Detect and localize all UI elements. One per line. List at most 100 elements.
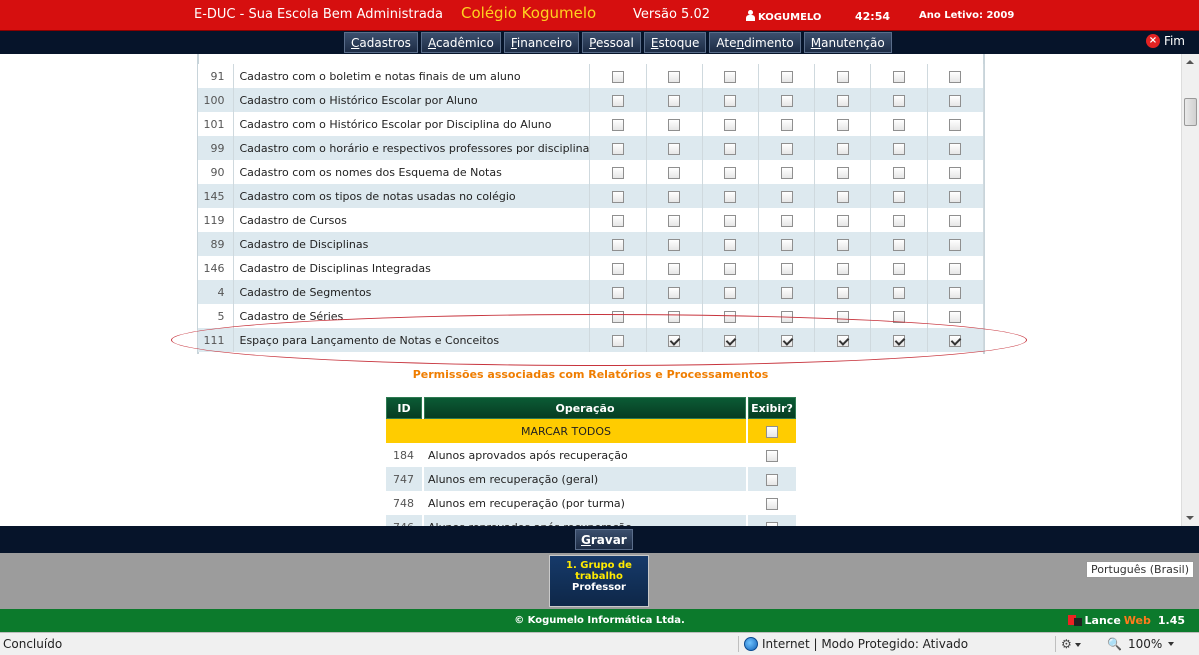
permission-checkbox[interactable] <box>611 286 624 299</box>
permission-checkbox[interactable] <box>949 214 962 227</box>
menu-item[interactable]: Cadastros <box>344 32 418 53</box>
permission-checkbox[interactable] <box>836 94 849 107</box>
permission-checkbox[interactable] <box>836 190 849 203</box>
permission-checkbox[interactable] <box>611 118 624 131</box>
permission-checkbox[interactable] <box>780 262 793 275</box>
protected-mode-menu[interactable]: ⚙ <box>1061 637 1081 651</box>
permission-checkbox[interactable] <box>949 142 962 155</box>
menu-item[interactable]: Estoque <box>643 32 707 53</box>
permission-checkbox[interactable] <box>611 142 624 155</box>
permission-checkbox[interactable] <box>836 70 849 83</box>
save-button[interactable]: Gravar <box>575 529 633 550</box>
zoom-control[interactable]: 🔍 100% <box>1107 637 1175 651</box>
permission-checkbox[interactable] <box>780 214 793 227</box>
permission-checkbox[interactable] <box>724 334 737 347</box>
language-indicator[interactable]: Português (Brasil) <box>1086 561 1194 578</box>
permission-checkbox[interactable] <box>780 190 793 203</box>
security-zone[interactable]: Internet | Modo Protegido: Ativado <box>744 637 968 651</box>
permission-checkbox[interactable] <box>893 286 906 299</box>
permission-checkbox[interactable] <box>611 310 624 323</box>
permission-checkbox[interactable] <box>780 118 793 131</box>
permission-checkbox[interactable] <box>668 70 681 83</box>
permission-checkbox[interactable] <box>668 262 681 275</box>
permission-checkbox[interactable] <box>668 118 681 131</box>
permission-checkbox[interactable] <box>611 190 624 203</box>
permission-checkbox[interactable] <box>724 94 737 107</box>
menu-item[interactable]: Acadêmico <box>420 32 501 53</box>
permission-checkbox[interactable] <box>893 118 906 131</box>
menu-item[interactable]: Financeiro <box>503 32 580 53</box>
permission-checkbox[interactable] <box>724 118 737 131</box>
permission-checkbox[interactable] <box>668 310 681 323</box>
permission-checkbox[interactable] <box>836 166 849 179</box>
permission-checkbox[interactable] <box>893 214 906 227</box>
permission-checkbox[interactable] <box>893 190 906 203</box>
permission-checkbox[interactable] <box>836 118 849 131</box>
permission-checkbox[interactable] <box>668 190 681 203</box>
menu-item[interactable]: Manutenção <box>803 32 892 53</box>
permission-checkbox[interactable] <box>724 262 737 275</box>
permission-checkbox[interactable] <box>949 70 962 83</box>
permission-checkbox[interactable] <box>724 214 737 227</box>
vertical-scrollbar[interactable] <box>1181 54 1199 526</box>
permission-checkbox[interactable] <box>724 70 737 83</box>
permission-checkbox[interactable] <box>611 262 624 275</box>
permission-checkbox[interactable] <box>836 334 849 347</box>
permission-checkbox[interactable] <box>611 94 624 107</box>
permission-checkbox[interactable] <box>836 310 849 323</box>
permission-checkbox[interactable] <box>780 286 793 299</box>
permission-checkbox[interactable] <box>949 262 962 275</box>
permission-checkbox[interactable] <box>949 94 962 107</box>
permission-checkbox[interactable] <box>836 214 849 227</box>
permission-checkbox[interactable] <box>780 70 793 83</box>
permission-checkbox[interactable] <box>611 166 624 179</box>
menu-item[interactable]: Atendimento <box>709 32 801 53</box>
permission-checkbox[interactable] <box>780 334 793 347</box>
permission-checkbox[interactable] <box>836 238 849 251</box>
permission-checkbox[interactable] <box>780 166 793 179</box>
permission-checkbox[interactable] <box>724 238 737 251</box>
permission-checkbox[interactable] <box>724 310 737 323</box>
permission-checkbox[interactable] <box>668 166 681 179</box>
permission-checkbox[interactable] <box>893 238 906 251</box>
permission-checkbox[interactable] <box>949 286 962 299</box>
permission-checkbox[interactable] <box>780 238 793 251</box>
work-group-card[interactable]: 1. Grupo de trabalho Professor <box>549 555 649 607</box>
permission-checkbox[interactable] <box>611 334 624 347</box>
exit-button[interactable]: × Fim <box>1145 34 1185 48</box>
show-checkbox[interactable] <box>766 497 778 510</box>
scroll-down-icon[interactable] <box>1186 516 1194 520</box>
permission-checkbox[interactable] <box>893 142 906 155</box>
permission-checkbox[interactable] <box>893 262 906 275</box>
permission-checkbox[interactable] <box>724 286 737 299</box>
permission-checkbox[interactable] <box>611 238 624 251</box>
permission-checkbox[interactable] <box>668 142 681 155</box>
permission-checkbox[interactable] <box>724 190 737 203</box>
show-checkbox[interactable] <box>766 449 778 462</box>
permission-checkbox[interactable] <box>949 334 962 347</box>
permission-checkbox[interactable] <box>893 334 906 347</box>
permission-checkbox[interactable] <box>836 262 849 275</box>
permission-checkbox[interactable] <box>724 166 737 179</box>
scroll-up-icon[interactable] <box>1186 60 1194 64</box>
menu-item[interactable]: Pessoal <box>582 32 641 53</box>
mark-all-checkbox[interactable] <box>766 425 778 438</box>
permission-checkbox[interactable] <box>949 190 962 203</box>
permission-checkbox[interactable] <box>893 166 906 179</box>
permission-checkbox[interactable] <box>668 214 681 227</box>
permission-checkbox[interactable] <box>668 238 681 251</box>
scroll-thumb[interactable] <box>1184 98 1197 126</box>
permission-checkbox[interactable] <box>893 310 906 323</box>
permission-checkbox[interactable] <box>724 142 737 155</box>
permission-checkbox[interactable] <box>949 310 962 323</box>
permission-checkbox[interactable] <box>949 166 962 179</box>
permission-checkbox[interactable] <box>836 286 849 299</box>
permission-checkbox[interactable] <box>780 94 793 107</box>
permission-checkbox[interactable] <box>836 142 849 155</box>
permission-checkbox[interactable] <box>949 238 962 251</box>
permission-checkbox[interactable] <box>893 94 906 107</box>
permission-checkbox[interactable] <box>668 334 681 347</box>
permission-checkbox[interactable] <box>893 70 906 83</box>
permission-checkbox[interactable] <box>611 214 624 227</box>
permission-checkbox[interactable] <box>668 94 681 107</box>
